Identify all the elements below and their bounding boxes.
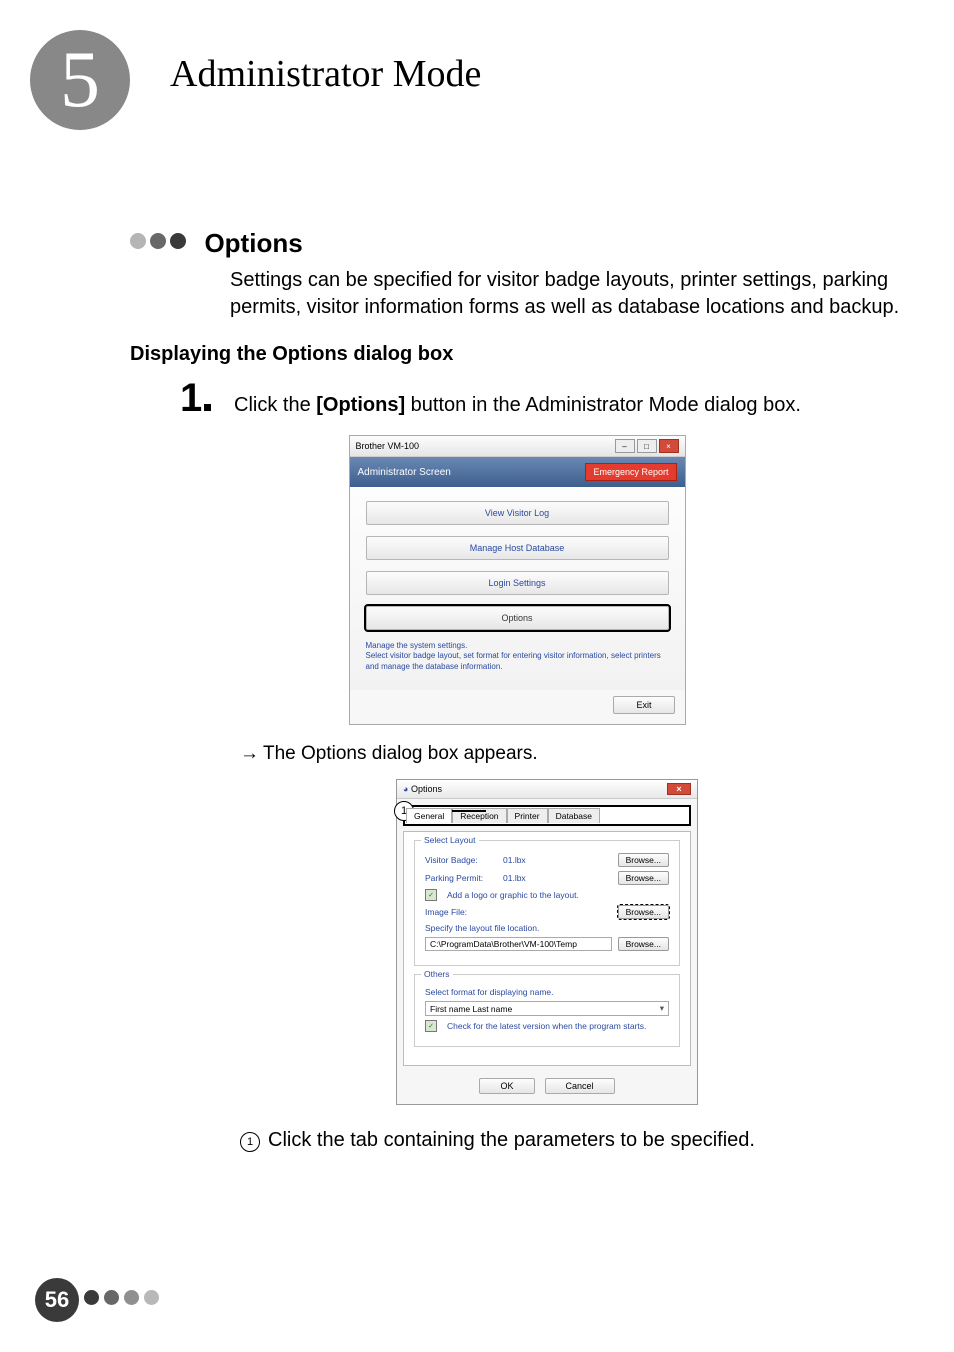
window-titlebar: Brother VM-100 – □ ×: [350, 436, 685, 457]
page-number-badge: 56: [35, 1278, 79, 1322]
result-text-row: → The Options dialog box appears.: [240, 743, 904, 765]
page-number: 56: [45, 1287, 69, 1313]
tabs-row: General Reception Printer Database: [406, 808, 688, 823]
parking-permit-row: Parking Permit: 01.lbx Browse...: [425, 871, 669, 885]
admin-header-title: Administrator Screen: [358, 467, 451, 478]
checkbox-icon[interactable]: [425, 889, 437, 901]
parking-permit-label: Parking Permit:: [425, 873, 497, 883]
admin-footer: Exit: [350, 690, 685, 724]
step-text: Click the [Options] button in the Admini…: [234, 394, 801, 417]
options-dialog-screenshot: 1 ◕ Options × General Reception Printer …: [130, 779, 904, 1105]
select-layout-group: Select Layout Visitor Badge: 01.lbx Brow…: [414, 840, 680, 966]
result-text: The Options dialog box appears.: [263, 743, 538, 765]
location-row: C:\ProgramData\Brother\VM-100\Temp Brows…: [425, 937, 669, 951]
section-bullets-icon: [130, 233, 190, 254]
image-file-label: Image File:: [425, 907, 497, 917]
chapter-number: 5: [60, 35, 100, 126]
admin-note: Manage the system settings. Select visit…: [366, 641, 669, 672]
close-icon[interactable]: ×: [659, 439, 679, 453]
checkbox-icon[interactable]: [425, 1020, 437, 1032]
options-titlebar: ◕ Options ×: [397, 780, 697, 799]
window-title: Brother VM-100: [356, 441, 420, 451]
section-description: Settings can be specified for visitor ba…: [230, 267, 904, 321]
window-controls: – □ ×: [615, 439, 679, 453]
section-title: Options: [204, 228, 302, 258]
page-footer: 56: [35, 1278, 159, 1322]
options-button[interactable]: Options: [366, 606, 669, 630]
callout-1-explanation: 1 Click the tab containing the parameter…: [240, 1129, 904, 1152]
admin-header: Administrator Screen Emergency Report: [350, 457, 685, 487]
section-container: Options Settings can be specified for vi…: [130, 228, 904, 1152]
name-format-label: Select format for displaying name.: [425, 987, 669, 997]
image-file-row: Image File: Browse...: [425, 905, 669, 919]
browse-button[interactable]: Browse...: [618, 905, 669, 919]
tab-general[interactable]: General: [406, 808, 452, 823]
add-logo-label: Add a logo or graphic to the layout.: [447, 890, 669, 900]
admin-window-screenshot: Brother VM-100 – □ × Administrator Scree…: [130, 435, 904, 725]
add-logo-row: Add a logo or graphic to the layout.: [425, 889, 669, 901]
step-1: 1 Click the [Options] button in the Admi…: [180, 376, 904, 421]
footer-dots-icon: [79, 1290, 159, 1310]
step-dot-icon: [204, 404, 211, 411]
browse-button[interactable]: Browse...: [618, 853, 669, 867]
browse-button[interactable]: Browse...: [618, 871, 669, 885]
visitor-badge-label: Visitor Badge:: [425, 855, 497, 865]
browse-button[interactable]: Browse...: [618, 937, 669, 951]
tabs-highlight-box: General Reception Printer Database: [403, 805, 691, 826]
visitor-badge-value: 01.lbx: [503, 855, 612, 865]
step-number: 1: [180, 376, 216, 421]
name-format-field-row: First name Last name ▾: [425, 1001, 669, 1016]
chapter-number-badge: 5: [30, 30, 130, 130]
chevron-down-icon: ▾: [660, 1003, 664, 1014]
callout-1-text: Click the tab containing the parameters …: [268, 1129, 755, 1152]
name-format-select[interactable]: First name Last name ▾: [425, 1001, 669, 1016]
close-icon[interactable]: ×: [667, 783, 691, 795]
check-update-label: Check for the latest version when the pr…: [447, 1021, 669, 1031]
others-group: Others Select format for displaying name…: [414, 974, 680, 1047]
options-dialog: ◕ Options × General Reception Printer Da…: [396, 779, 698, 1105]
check-update-row: Check for the latest version when the pr…: [425, 1020, 669, 1032]
manage-host-database-button[interactable]: Manage Host Database: [366, 536, 669, 560]
specify-location-label-row: Specify the layout file location.: [425, 923, 669, 933]
cancel-button[interactable]: Cancel: [545, 1078, 615, 1094]
minimize-icon[interactable]: –: [615, 439, 635, 453]
visitor-badge-row: Visitor Badge: 01.lbx Browse...: [425, 853, 669, 867]
name-format-label-row: Select format for displaying name.: [425, 987, 669, 997]
exit-button[interactable]: Exit: [613, 696, 674, 714]
arrow-icon: →: [240, 743, 259, 765]
view-visitor-log-button[interactable]: View Visitor Log: [366, 501, 669, 525]
section-heading-row: Options: [130, 228, 904, 259]
options-body: Select Layout Visitor Badge: 01.lbx Brow…: [403, 831, 691, 1066]
admin-body: View Visitor Log Manage Host Database Lo…: [350, 487, 685, 690]
tab-database[interactable]: Database: [548, 808, 600, 823]
tab-printer[interactable]: Printer: [507, 808, 548, 823]
emergency-report-button[interactable]: Emergency Report: [585, 463, 676, 481]
chapter-title: Administrator Mode: [170, 52, 481, 96]
specify-location-label: Specify the layout file location.: [425, 923, 669, 933]
group-title-layout: Select Layout: [421, 835, 479, 845]
group-title-others: Others: [421, 969, 453, 979]
maximize-icon[interactable]: □: [637, 439, 657, 453]
options-title: Options: [411, 784, 442, 794]
ok-button[interactable]: OK: [479, 1078, 534, 1094]
parking-permit-value: 01.lbx: [503, 873, 612, 883]
subheading: Displaying the Options dialog box: [130, 343, 904, 366]
login-settings-button[interactable]: Login Settings: [366, 571, 669, 595]
person-icon: ◕: [403, 784, 408, 794]
admin-window: Brother VM-100 – □ × Administrator Scree…: [349, 435, 686, 725]
options-footer: OK Cancel: [397, 1072, 697, 1104]
location-field[interactable]: C:\ProgramData\Brother\VM-100\Temp: [425, 937, 612, 951]
callout-1-number: 1: [240, 1132, 260, 1152]
